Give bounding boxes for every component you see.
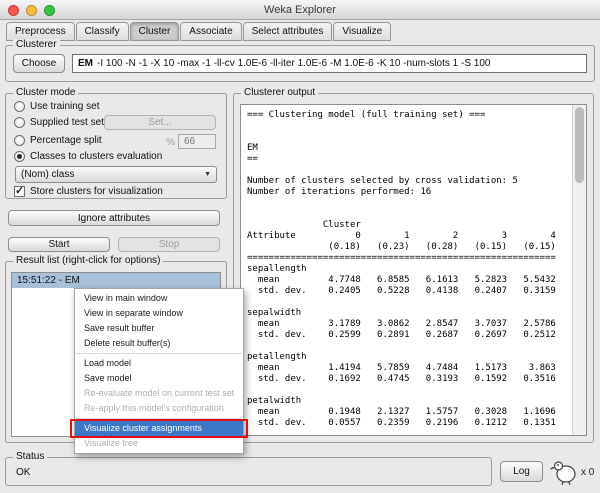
menu-item-re-evaluate-model: Re-evaluate model on current test set xyxy=(84,388,235,398)
cluster-mode-group: Cluster mode Use training set Supplied t… xyxy=(5,87,227,199)
class-attribute-dropdown[interactable]: (Nom) class ▼ xyxy=(15,166,217,183)
radio-use-training-set[interactable]: Use training set xyxy=(14,101,99,112)
set-test-set-button[interactable]: Set... xyxy=(104,115,216,130)
scrollbar-thumb[interactable] xyxy=(575,107,584,183)
chevron-down-icon: ▼ xyxy=(204,171,211,178)
clusterer-output-group-label: Clusterer output xyxy=(241,87,319,99)
radio-percentage-split[interactable]: Percentage split xyxy=(14,135,102,146)
status-group-label: Status xyxy=(13,451,48,463)
clusterer-group: Clusterer Choose EM -I 100 -N -1 -X 10 -… xyxy=(5,39,595,82)
vertical-scrollbar[interactable] xyxy=(572,105,586,435)
tab-associate[interactable]: Associate xyxy=(180,22,242,41)
status-group: Status OK xyxy=(5,451,492,486)
stop-button[interactable]: Stop xyxy=(118,237,220,252)
tab-bar: Preprocess Classify Cluster Associate Se… xyxy=(6,22,392,41)
radio-label: Classes to clusters evaluation xyxy=(30,151,163,162)
memory-indicator: x 0 xyxy=(581,467,595,478)
menu-item-save-model[interactable]: Save model xyxy=(75,371,243,386)
clusterer-command-field[interactable]: EM -I 100 -N -1 -X 10 -max -1 -ll-cv 1.0… xyxy=(72,54,587,73)
title-bar: Weka Explorer xyxy=(0,0,600,20)
radio-supplied-test-set[interactable]: Supplied test set xyxy=(14,117,104,128)
start-button[interactable]: Start xyxy=(8,237,110,252)
percent-split-field[interactable]: 66 xyxy=(178,134,216,149)
radio-selected-icon xyxy=(14,151,25,162)
menu-item-view-in-separate-window[interactable]: View in separate window xyxy=(75,306,243,321)
radio-classes-to-clusters[interactable]: Classes to clusters evaluation xyxy=(14,151,162,162)
checkbox-checked-icon xyxy=(14,184,25,197)
cluster-mode-group-label: Cluster mode xyxy=(13,87,79,99)
clusterer-output-area: === Clustering model (full training set)… xyxy=(240,104,587,436)
menu-item-save-result-buffer[interactable]: Save result buffer xyxy=(75,321,243,336)
clusterer-output-group: Clusterer output === Clustering model (f… xyxy=(233,87,594,443)
ignore-attributes-button[interactable]: Ignore attributes xyxy=(8,210,220,226)
result-list-item[interactable]: 15:51:22 - EM xyxy=(12,273,220,288)
menu-item-label: Visualize cluster assignments xyxy=(84,423,202,433)
weka-bird-icon xyxy=(550,461,576,485)
radio-icon xyxy=(14,117,25,128)
clusterer-group-label: Clusterer xyxy=(13,39,60,51)
menu-item-visualize-tree: Visualize tree xyxy=(84,438,138,448)
clusterer-output-text: === Clustering model (full training set)… xyxy=(247,110,556,428)
menu-item-delete-result-buffer[interactable]: Delete result buffer(s) xyxy=(75,336,243,351)
menu-item-view-in-main-window[interactable]: View in main window xyxy=(75,291,243,306)
percent-label: % xyxy=(166,137,175,148)
radio-label: Percentage split xyxy=(30,135,102,146)
tab-visualize[interactable]: Visualize xyxy=(333,22,392,41)
choose-button[interactable]: Choose xyxy=(13,54,65,73)
checkbox-label: Store clusters for visualization xyxy=(30,186,163,197)
radio-icon xyxy=(14,101,25,112)
log-button[interactable]: Log xyxy=(500,461,543,482)
class-attribute-value: (Nom) class xyxy=(21,169,75,180)
tab-select-attributes[interactable]: Select attributes xyxy=(242,22,333,41)
menu-separator xyxy=(76,353,243,354)
status-message: OK xyxy=(16,467,31,478)
window-title: Weka Explorer xyxy=(264,4,336,16)
store-clusters-checkbox-row[interactable]: Store clusters for visualization xyxy=(14,184,163,197)
clusterer-params: -I 100 -N -1 -X 10 -max -1 -ll-cv 1.0E-6… xyxy=(97,58,491,69)
menu-separator xyxy=(76,418,243,419)
menu-item-re-apply-configuration: Re-apply this model's configuration xyxy=(84,403,224,413)
tab-cluster[interactable]: Cluster xyxy=(129,22,180,41)
menu-item-visualize-cluster-assignments[interactable]: Visualize cluster assignments xyxy=(70,419,249,438)
menu-item-load-model[interactable]: Load model xyxy=(75,356,243,371)
radio-icon xyxy=(14,135,25,146)
radio-label: Supplied test set xyxy=(30,117,104,128)
clusterer-scheme: EM xyxy=(78,58,93,69)
result-context-menu: View in main window View in separate win… xyxy=(70,288,249,454)
result-list-group-label: Result list (right-click for options) xyxy=(13,255,164,267)
radio-label: Use training set xyxy=(30,101,100,112)
tab-classify[interactable]: Classify xyxy=(75,22,129,41)
